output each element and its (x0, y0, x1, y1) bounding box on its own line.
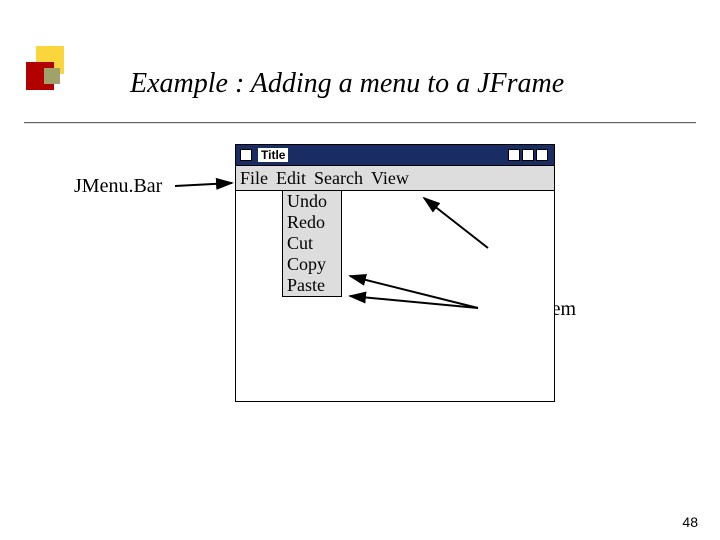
menu-file[interactable]: File (236, 166, 272, 190)
sysmenu-icon[interactable] (240, 149, 252, 161)
page-number: 48 (682, 514, 698, 530)
slide-title: Example : Adding a menu to a JFrame (130, 68, 564, 100)
title-bar: Title (236, 145, 554, 165)
menu-bar: File Edit Search View (236, 165, 554, 191)
menuitem-copy[interactable]: Copy (283, 254, 341, 275)
menuitem-paste[interactable]: Paste (283, 275, 341, 296)
window-title: Title (258, 148, 288, 162)
logo-square-olive (44, 68, 60, 84)
menuitem-cut[interactable]: Cut (283, 233, 341, 254)
menu-search[interactable]: Search (310, 166, 367, 190)
menuitem-redo[interactable]: Redo (283, 212, 341, 233)
edit-dropdown: Undo Redo Cut Copy Paste (282, 191, 342, 297)
close-button[interactable] (536, 149, 548, 161)
jframe-content: Undo Redo Cut Copy Paste (236, 191, 554, 401)
menu-edit[interactable]: Edit (272, 166, 310, 190)
maximize-button[interactable] (522, 149, 534, 161)
menu-view[interactable]: View (367, 166, 413, 190)
callout-label-menubar: JMenu.Bar (74, 175, 162, 198)
horizontal-rule (24, 122, 696, 124)
minimize-button[interactable] (508, 149, 520, 161)
jframe-window: Title File Edit Search View Undo Redo Cu… (235, 144, 555, 402)
menuitem-undo[interactable]: Undo (283, 191, 341, 212)
